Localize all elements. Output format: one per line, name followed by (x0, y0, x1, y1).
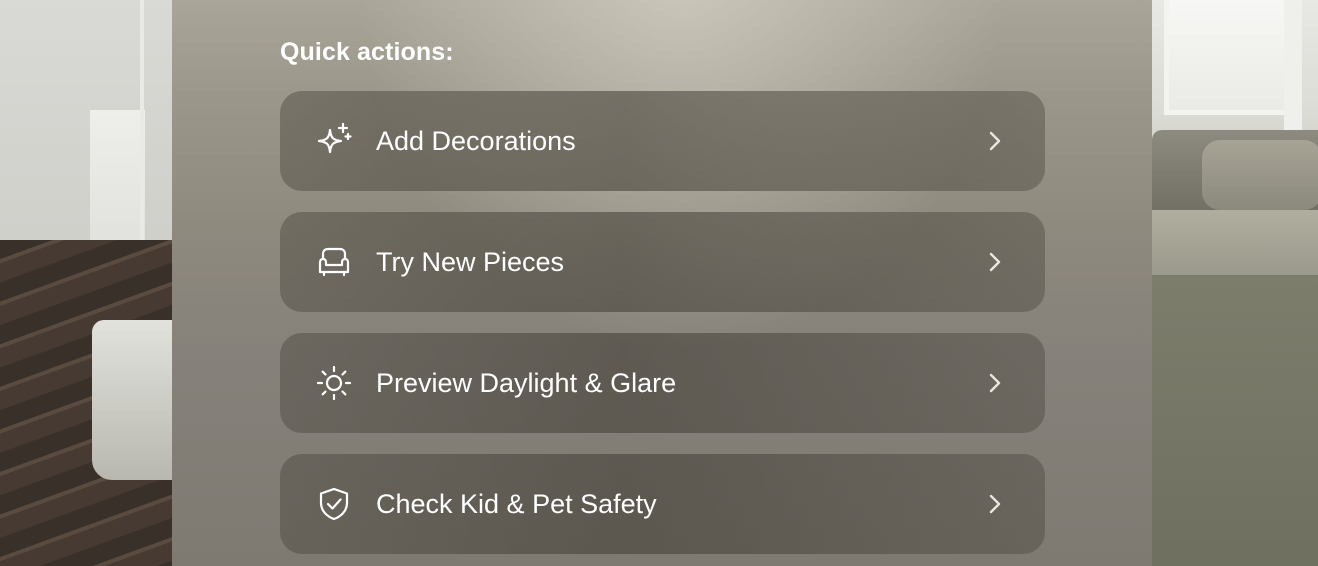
door-frame (140, 0, 144, 250)
window (1164, 0, 1294, 115)
sofa-base (1152, 275, 1318, 566)
action-label: Add Decorations (376, 125, 576, 156)
panel-title: Quick actions: (280, 38, 454, 66)
sparkles-icon (314, 121, 354, 161)
shield-check-icon (314, 484, 354, 524)
window-frame (1284, 0, 1302, 150)
wall-light-patch (90, 110, 145, 240)
chevron-right-icon (989, 494, 1001, 514)
action-label: Try New Pieces (376, 246, 565, 277)
action-label: Check Kid & Pet Safety (376, 488, 657, 519)
background-room-left (0, 0, 172, 566)
try-new-pieces-button[interactable]: Try New Pieces (280, 212, 1045, 312)
sofa-seat (1152, 210, 1318, 280)
background-room-right (1152, 0, 1318, 566)
quick-actions-panel: Quick actions: Add Decorations Try New P… (172, 0, 1152, 566)
chevron-right-icon (989, 373, 1001, 393)
sofa-cushion (1202, 140, 1318, 210)
action-label: Preview Daylight & Glare (376, 367, 677, 398)
add-decorations-button[interactable]: Add Decorations (280, 91, 1045, 191)
chevron-right-icon (989, 252, 1001, 272)
chevron-right-icon (989, 131, 1001, 151)
ottoman (92, 320, 172, 480)
check-kid-pet-safety-button[interactable]: Check Kid & Pet Safety (280, 454, 1045, 554)
preview-daylight-glare-button[interactable]: Preview Daylight & Glare (280, 333, 1045, 433)
sun-icon (314, 363, 354, 403)
armchair-icon (314, 242, 354, 282)
